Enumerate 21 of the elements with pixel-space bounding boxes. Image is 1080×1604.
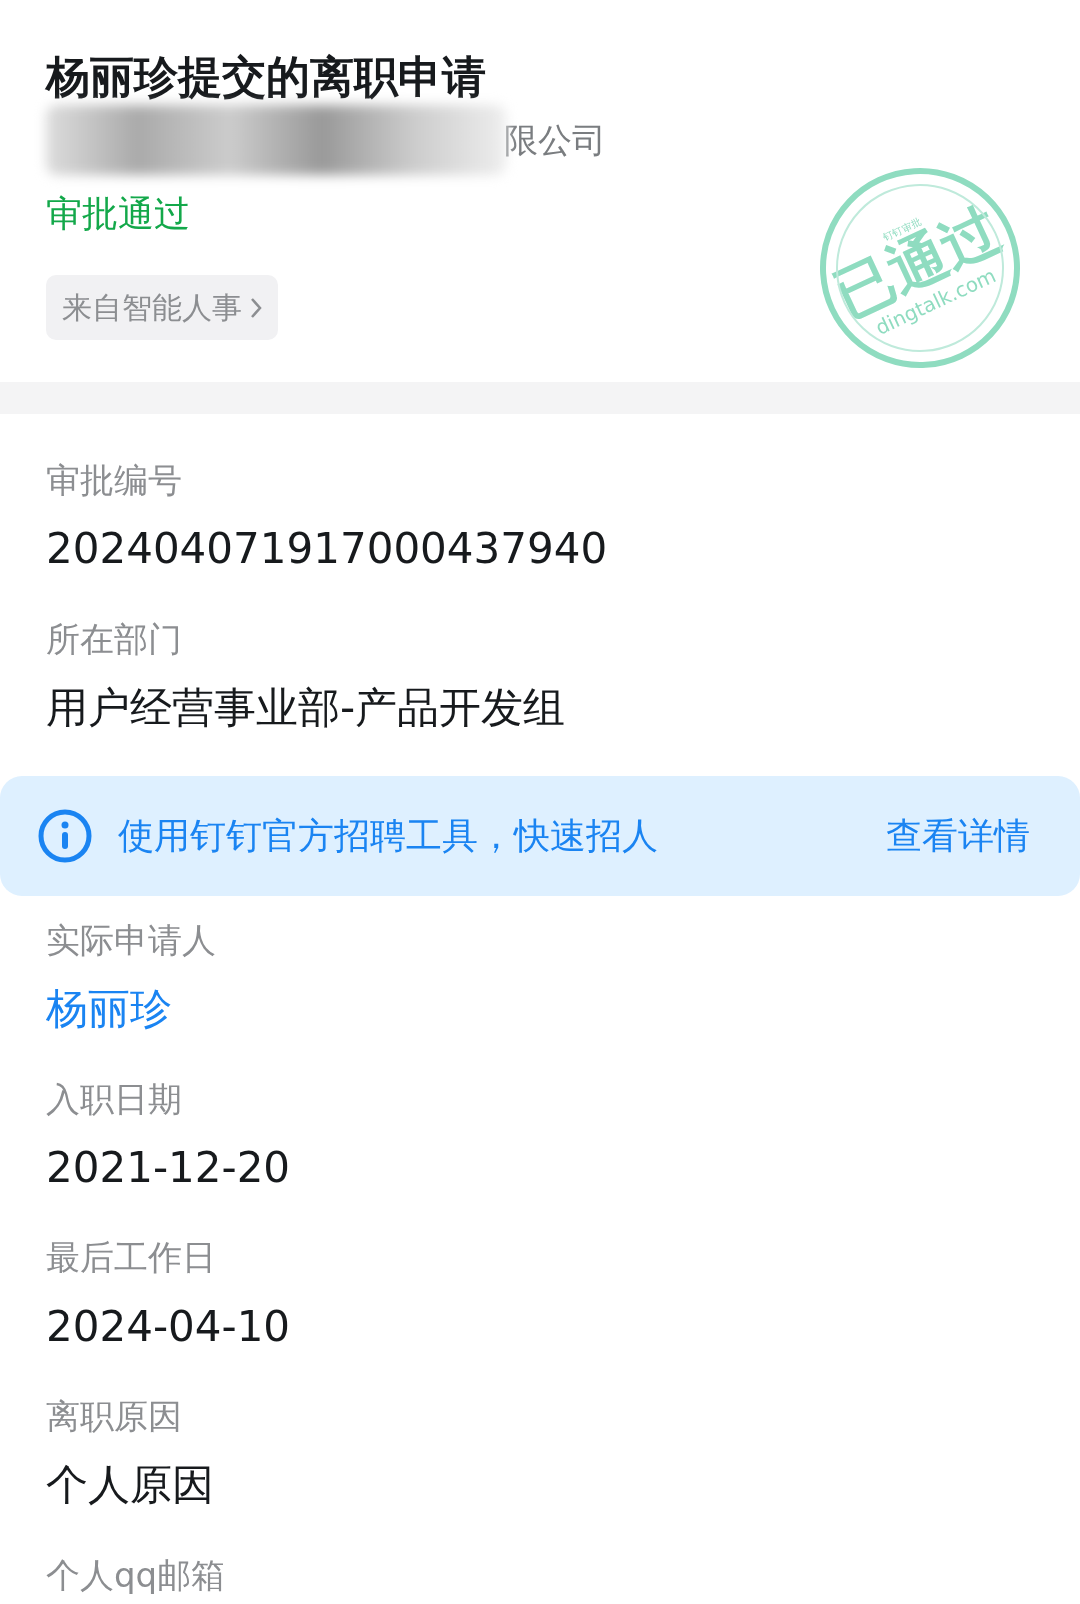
company-name: 限公司 [504, 118, 606, 162]
source-tag[interactable]: 来自智能人事 [46, 275, 278, 341]
banner-text: 使用钉钉官方招聘工具，快速招人 [118, 813, 659, 858]
field-value: 个人原因 [45, 1459, 215, 1512]
field-value: 2021-12-20 [45, 1141, 292, 1194]
field-label: 离职原因 [45, 1395, 183, 1439]
field-label: 个人qq邮箱 [45, 1553, 227, 1597]
field-label: 审批编号 [45, 459, 183, 503]
field-value: 2024-04-10 [45, 1300, 292, 1353]
field-value: 用户经营事业部-产品开发组 [45, 682, 567, 735]
details-link[interactable]: 查看详情 [886, 808, 1030, 863]
field-value: 202404071917000437940 [45, 523, 609, 576]
person-link[interactable]: 杨丽珍 [0, 981, 1080, 1037]
field-label: 所在部门 [45, 617, 183, 661]
status-text: 审批通过 [46, 192, 190, 237]
field-label: 最后工作日 [45, 1236, 217, 1280]
page-title: 杨丽珍提交的离职申请 [46, 50, 487, 104]
field-label: 入职日期 [45, 1077, 183, 1121]
chevron-right-icon [250, 296, 262, 319]
field-label: 实际申请人 [45, 918, 217, 962]
info-icon [38, 808, 92, 863]
